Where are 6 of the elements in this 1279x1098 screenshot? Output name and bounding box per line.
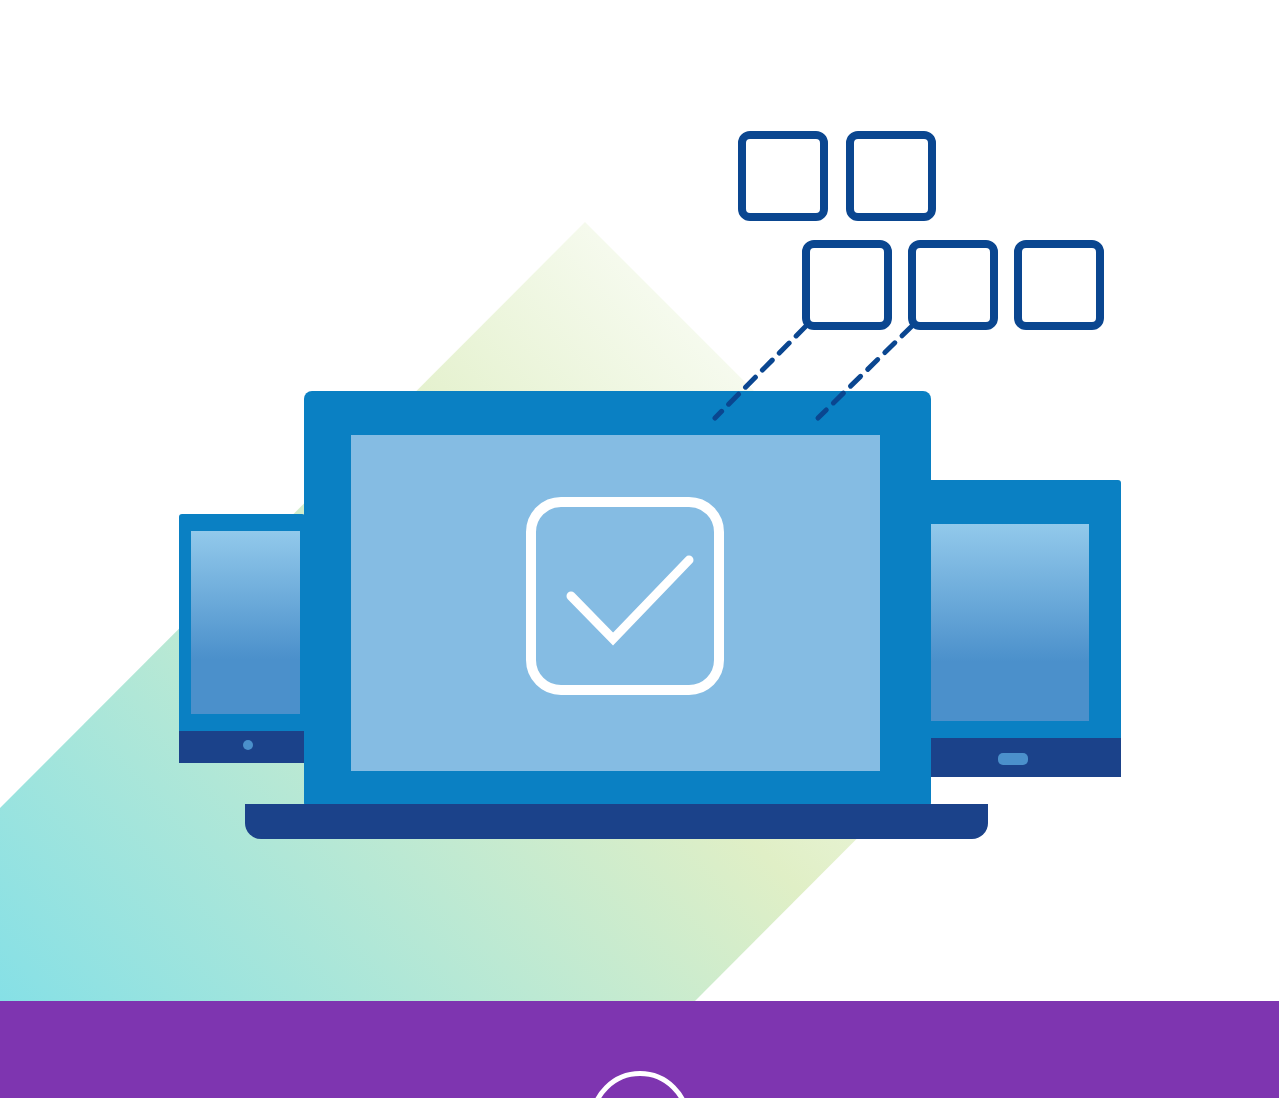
square-tile-icon [846,131,936,221]
square-tile-icon [908,240,998,330]
square-tile-icon [738,131,828,221]
checkbox-icon [526,497,724,695]
square-tile-icon [802,240,892,330]
square-tile-icon [1014,240,1104,330]
